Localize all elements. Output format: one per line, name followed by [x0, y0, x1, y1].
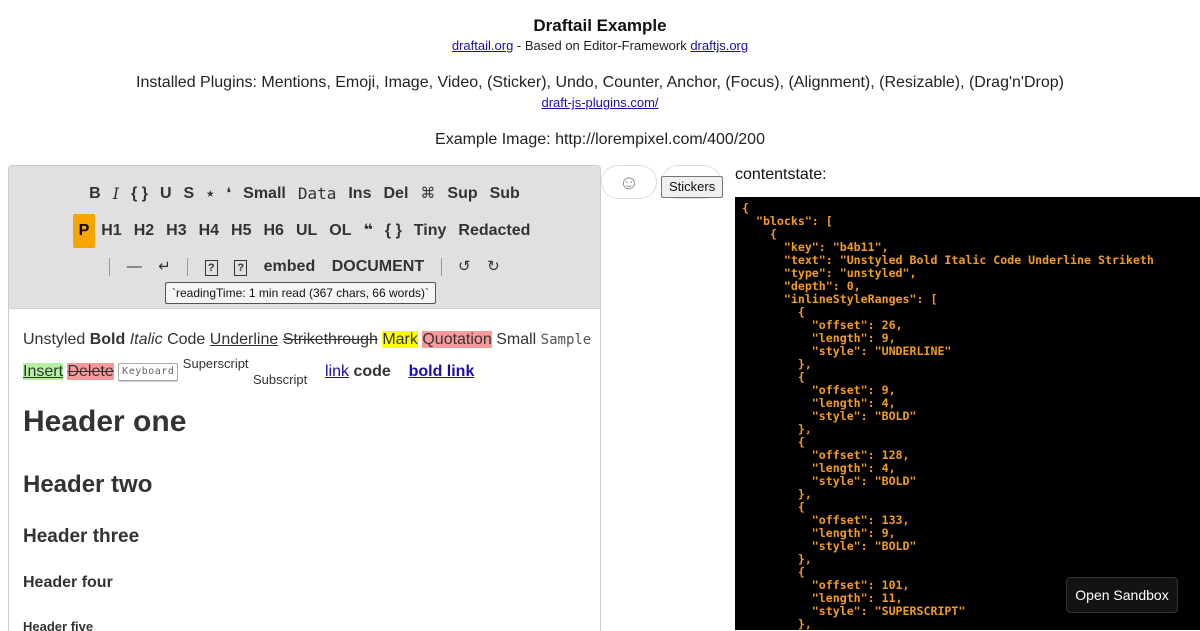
superscript-text: Superscript — [182, 356, 249, 371]
delete-text: Delete — [67, 363, 114, 380]
header-two: Header two — [23, 471, 153, 498]
block-type-button[interactable]: H6 — [258, 216, 290, 246]
unknown-glyph-icon: ? — [204, 260, 218, 276]
keyboard-text: Keyboard — [118, 362, 179, 381]
editor: B I{ } U S ⭑ ❛ Small Data Ins Del ⌘ Sup Sub P H1 H2 H3 H… — [8, 165, 601, 631]
inline-style-button[interactable]: ⭑ — [200, 179, 220, 209]
inline-style-button[interactable]: Sup — [441, 179, 483, 209]
line-break-button[interactable]: ↵ — [152, 252, 177, 282]
inline-style-button[interactable]: Data — [292, 179, 343, 209]
code-text: Code — [167, 331, 206, 348]
editor-content[interactable]: Unstyled Bold Italic Code Underline Stri… — [23, 328, 593, 631]
block-type-button[interactable]: ❝ — [358, 216, 379, 246]
header-five: Header five — [23, 619, 94, 631]
block-type-button[interactable]: H3 — [160, 216, 192, 246]
contentstate-json: { "blocks": [ { "key": "b4b11", "text": … — [742, 201, 1154, 631]
block-type-button[interactable]: H1 — [95, 216, 127, 246]
block-type-button[interactable]: Tiny — [408, 216, 453, 246]
toolbar-row-misc: — ↵ ? ? embed DOCUMENT ↺ ↻ — [9, 252, 600, 282]
emoji-button[interactable]: ☺ — [601, 165, 657, 199]
block-type-button[interactable]: H2 — [128, 216, 160, 246]
contentstate-label: contentstate: — [735, 166, 827, 183]
subtitle-text: - Based on Editor-Framework — [513, 38, 691, 53]
stickers-button[interactable]: Stickers — [661, 176, 724, 198]
inline-style-button[interactable]: { } — [125, 179, 154, 209]
inline-style-button[interactable]: ⌘ — [414, 179, 441, 209]
small-text: Small — [496, 331, 537, 348]
example-image-text: Example Image: http://lorempixel.com/400… — [435, 131, 765, 148]
styled-text-line: Unstyled Bold Italic Code Underline Stri… — [23, 328, 593, 352]
toolbar-separator — [440, 258, 442, 276]
image-button[interactable]: ? — [199, 252, 224, 282]
quotation-text: Quotation — [422, 331, 492, 348]
redo-button[interactable]: ↻ — [481, 252, 506, 282]
bold-text: Bold — [89, 331, 126, 348]
draftjs-link[interactable]: draftjs.org — [690, 38, 748, 53]
subtitle: draftail.org - Based on Editor-Framework… — [0, 38, 1200, 53]
inline-style-button[interactable]: ❛ — [220, 179, 237, 209]
toolbar: B I{ } U S ⭑ ❛ Small Data Ins Del ⌘ Sup Sub P H1 H2 H3 H… — [9, 166, 600, 309]
unknown-glyph-icon: ? — [234, 260, 248, 276]
video-button[interactable]: ? — [228, 252, 253, 282]
inline-style-button[interactable]: U — [154, 179, 178, 209]
smiley-icon: ☺ — [618, 172, 640, 194]
mark-text: Mark — [382, 331, 418, 348]
code-bold-text: code — [353, 363, 391, 380]
strike-text: Strikethrough — [282, 331, 378, 348]
page-title: Draftail Example — [533, 16, 667, 35]
header-one: Header one — [23, 405, 187, 438]
reading-time-meta: `readingTime: 1 min read (367 chars, 66 … — [165, 282, 436, 304]
insert-text: Insert — [23, 363, 64, 380]
inline-style-button[interactable]: Sub — [484, 179, 526, 209]
sample-text: Sample — [540, 332, 592, 348]
inline-style-button[interactable]: Ins — [342, 179, 377, 209]
bold-link[interactable]: bold link — [409, 363, 475, 380]
inline-style-button[interactable]: S — [178, 179, 201, 209]
horizontal-rule-button[interactable]: — — [121, 252, 148, 282]
text-link[interactable]: link — [325, 363, 349, 380]
toolbar-row-blocks: P H1 H2 H3 H4 H5 H6 UL OL ❝{ } Tiny Redacted — [9, 214, 600, 248]
unstyled-text: Unstyled — [23, 331, 90, 348]
installed-plugins: Installed Plugins: Mentions, Emoji, Imag… — [136, 74, 1064, 91]
toolbar-row-inline: B I{ } U S ⭑ ❛ Small Data Ins Del ⌘ Sup Sub — [9, 179, 600, 209]
block-type-button[interactable]: UL — [290, 216, 323, 246]
block-type-button[interactable]: Redacted — [452, 216, 536, 246]
italic-text: Italic — [129, 331, 163, 348]
block-type-button[interactable]: H4 — [193, 216, 225, 246]
styled-text-line: Insert Delete Keyboard Superscript Subsc… — [23, 352, 593, 392]
block-type-button[interactable]: H5 — [225, 216, 257, 246]
toolbar-separator — [187, 258, 189, 276]
undo-button[interactable]: ↺ — [452, 252, 477, 282]
subscript-text: Subscript — [253, 372, 308, 387]
document-button[interactable]: DOCUMENT — [326, 252, 430, 282]
header-four: Header four — [23, 574, 113, 591]
inline-style-button[interactable]: B — [83, 179, 107, 209]
plugins-link-wrap: draft-js-plugins.com/ — [0, 95, 1200, 110]
contentstate-panel[interactable]: { "blocks": [ { "key": "b4b11", "text": … — [735, 197, 1200, 630]
plugins-link[interactable]: draft-js-plugins.com/ — [541, 95, 658, 110]
inline-style-button[interactable]: Small — [237, 179, 292, 209]
embed-button[interactable]: embed — [258, 252, 322, 282]
underline-text: Underline — [209, 331, 279, 348]
block-type-button[interactable]: { } — [379, 216, 408, 246]
block-type-button[interactable]: OL — [323, 216, 357, 246]
inline-style-button[interactable]: I — [107, 179, 125, 209]
draftail-link[interactable]: draftail.org — [452, 38, 513, 53]
header-three: Header three — [23, 526, 140, 547]
inline-style-button[interactable]: Del — [377, 179, 414, 209]
block-type-button[interactable]: P — [72, 214, 96, 248]
open-sandbox-button[interactable]: Open Sandbox — [1066, 577, 1178, 613]
toolbar-separator — [109, 258, 111, 276]
